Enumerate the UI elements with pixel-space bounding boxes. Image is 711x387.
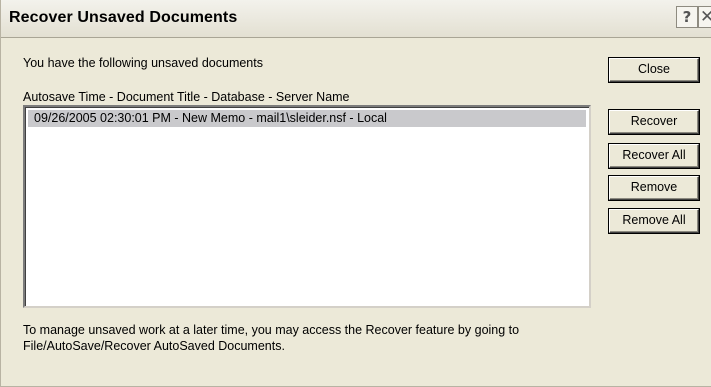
- remove-all-button[interactable]: Remove All: [609, 209, 699, 233]
- recover-all-button[interactable]: Recover All: [609, 144, 699, 168]
- footer-line-1: To manage unsaved work at a later time, …: [23, 323, 520, 337]
- title-bar[interactable]: Recover Unsaved Documents ? ✕: [1, 0, 711, 38]
- intro-text: You have the following unsaved documents: [23, 56, 263, 70]
- recover-unsaved-documents-dialog: Recover Unsaved Documents ? ✕ You have t…: [0, 0, 711, 387]
- footer-line-2: File/AutoSave/Recover AutoSaved Document…: [23, 339, 285, 353]
- recover-button[interactable]: Recover: [609, 110, 699, 134]
- help-icon[interactable]: ?: [676, 6, 698, 28]
- list-item[interactable]: 09/26/2005 02:30:01 PM - New Memo - mail…: [28, 110, 586, 127]
- footer-help-text: To manage unsaved work at a later time, …: [23, 322, 623, 354]
- dialog-title: Recover Unsaved Documents: [9, 9, 238, 26]
- close-button[interactable]: Close: [609, 58, 699, 82]
- remove-button[interactable]: Remove: [609, 176, 699, 200]
- column-header: Autosave Time - Document Title - Databas…: [23, 90, 350, 104]
- close-icon[interactable]: ✕: [698, 6, 711, 28]
- unsaved-documents-list[interactable]: 09/26/2005 02:30:01 PM - New Memo - mail…: [23, 105, 591, 308]
